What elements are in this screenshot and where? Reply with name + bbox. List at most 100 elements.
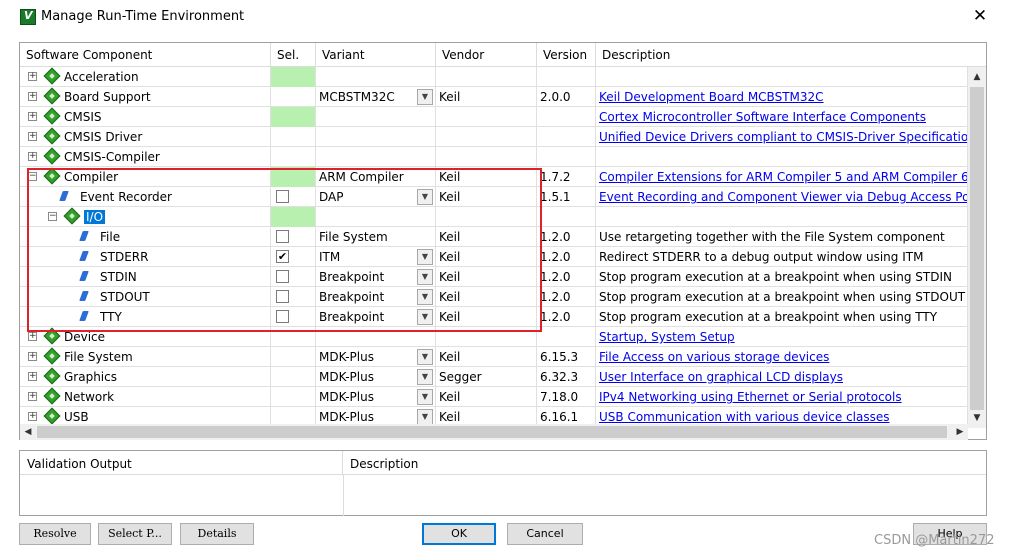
expand-icon[interactable]: +: [28, 332, 37, 341]
variant-cell[interactable]: [316, 107, 436, 127]
table-row[interactable]: STDERR ✔ ITM ▼ Keil 1.2.0 Redirect STDERR to a…: [20, 247, 968, 267]
sel-cell[interactable]: [271, 187, 316, 207]
description-cell[interactable]: Compiler Extensions for ARM Compiler 5 a…: [596, 167, 968, 187]
sel-cell[interactable]: [271, 367, 316, 387]
chevron-down-icon[interactable]: ▼: [417, 389, 433, 405]
variant-cell[interactable]: ARM Compiler: [316, 167, 436, 187]
description-link[interactable]: Startup, System Setup: [599, 330, 735, 344]
description-cell[interactable]: Cortex Microcontroller Software Interfac…: [596, 107, 968, 127]
description-link[interactable]: Compiler Extensions for ARM Compiler 5 a…: [599, 170, 967, 184]
column-header-version[interactable]: Version: [537, 43, 596, 67]
component-cell[interactable]: STDIN: [20, 267, 271, 287]
sel-cell[interactable]: [271, 347, 316, 367]
component-cell[interactable]: + Acceleration: [20, 67, 271, 87]
table-row[interactable]: TTY Breakpoint ▼ Keil 1.2.0 Stop program exec…: [20, 307, 968, 327]
horizontal-scrollbar[interactable]: ◀ ▶: [20, 424, 968, 440]
select-checkbox[interactable]: [276, 230, 289, 243]
variant-cell[interactable]: MDK-Plus ▼: [316, 347, 436, 367]
table-row[interactable]: File File System Keil 1.2.0 Use retargeting …: [20, 227, 968, 247]
component-cell[interactable]: + File System: [20, 347, 271, 367]
sel-cell[interactable]: [271, 87, 316, 107]
scroll-down-arrow-icon[interactable]: ▼: [969, 410, 985, 426]
table-row[interactable]: + Graphics MDK-Plus ▼ Segger 6.32.3 User Inter…: [20, 367, 968, 387]
chevron-down-icon[interactable]: ▼: [417, 349, 433, 365]
column-header-description[interactable]: Description: [596, 43, 986, 67]
description-cell[interactable]: User Interface on graphical LCD displays: [596, 367, 968, 387]
table-row[interactable]: STDOUT Breakpoint ▼ Keil 1.2.0 Stop program e…: [20, 287, 968, 307]
expand-icon[interactable]: +: [28, 112, 37, 121]
select-checkbox[interactable]: [276, 310, 289, 323]
table-row[interactable]: + File System MDK-Plus ▼ Keil 6.15.3 File Acce…: [20, 347, 968, 367]
variant-cell[interactable]: [316, 67, 436, 87]
select-checkbox[interactable]: [276, 190, 289, 203]
sel-cell[interactable]: [271, 227, 316, 247]
table-row[interactable]: + Acceleration: [20, 67, 968, 87]
collapse-icon[interactable]: −: [48, 212, 57, 221]
variant-cell[interactable]: MDK-Plus ▼: [316, 387, 436, 407]
table-row[interactable]: Event Recorder DAP ▼ Keil 1.5.1 Event Recordi…: [20, 187, 968, 207]
variant-cell[interactable]: Breakpoint ▼: [316, 287, 436, 307]
ok-button[interactable]: OK: [422, 523, 496, 545]
close-icon[interactable]: ✕: [968, 5, 992, 27]
component-cell[interactable]: + CMSIS Driver: [20, 127, 271, 147]
chevron-down-icon[interactable]: ▼: [417, 249, 433, 265]
scroll-right-arrow-icon[interactable]: ▶: [952, 424, 968, 440]
variant-cell[interactable]: MCBSTM32C ▼: [316, 87, 436, 107]
description-cell[interactable]: Keil Development Board MCBSTM32C: [596, 87, 968, 107]
component-cell[interactable]: + CMSIS-Compiler: [20, 147, 271, 167]
expand-icon[interactable]: +: [28, 152, 37, 161]
sel-cell[interactable]: ✔: [271, 247, 316, 267]
description-cell[interactable]: IPv4 Networking using Ethernet or Serial…: [596, 387, 968, 407]
expand-icon[interactable]: +: [28, 92, 37, 101]
component-cell[interactable]: + Device: [20, 327, 271, 347]
scroll-up-arrow-icon[interactable]: ▲: [969, 69, 985, 85]
sel-cell[interactable]: [271, 287, 316, 307]
validation-output-header[interactable]: Validation Output: [20, 451, 343, 475]
expand-icon[interactable]: +: [28, 352, 37, 361]
validation-description-header[interactable]: Description: [343, 451, 986, 475]
variant-cell[interactable]: ITM ▼: [316, 247, 436, 267]
column-header-variant[interactable]: Variant: [316, 43, 436, 67]
chevron-down-icon[interactable]: ▼: [417, 369, 433, 385]
expand-icon[interactable]: +: [28, 412, 37, 421]
component-cell[interactable]: + Board Support: [20, 87, 271, 107]
component-cell[interactable]: + Network: [20, 387, 271, 407]
description-cell[interactable]: Unified Device Drivers compliant to CMSI…: [596, 127, 968, 147]
table-row[interactable]: + CMSIS-Compiler: [20, 147, 968, 167]
chevron-down-icon[interactable]: ▼: [417, 309, 433, 325]
chevron-down-icon[interactable]: ▼: [417, 409, 433, 425]
expand-icon[interactable]: +: [28, 372, 37, 381]
horizontal-scroll-thumb[interactable]: [37, 426, 947, 438]
variant-cell[interactable]: File System: [316, 227, 436, 247]
table-row[interactable]: + CMSIS Driver Unified Device Drivers comp…: [20, 127, 968, 147]
component-cell[interactable]: − I/O: [20, 207, 271, 227]
description-cell[interactable]: Startup, System Setup: [596, 327, 968, 347]
component-cell[interactable]: − Compiler: [20, 167, 271, 187]
scroll-left-arrow-icon[interactable]: ◀: [20, 424, 36, 440]
select-checkbox[interactable]: ✔: [276, 250, 289, 263]
variant-cell[interactable]: DAP ▼: [316, 187, 436, 207]
component-cell[interactable]: STDOUT: [20, 287, 271, 307]
sel-cell[interactable]: [271, 67, 316, 87]
vertical-scroll-thumb[interactable]: [970, 87, 984, 417]
sel-cell[interactable]: [271, 107, 316, 127]
sel-cell[interactable]: [271, 327, 316, 347]
column-header-vendor[interactable]: Vendor: [436, 43, 537, 67]
variant-cell[interactable]: [316, 327, 436, 347]
sel-cell[interactable]: [271, 307, 316, 327]
sel-cell[interactable]: [271, 147, 316, 167]
column-header-software-component[interactable]: Software Component: [20, 43, 271, 67]
variant-cell[interactable]: Breakpoint ▼: [316, 267, 436, 287]
variant-cell[interactable]: MDK-Plus ▼: [316, 367, 436, 387]
collapse-icon[interactable]: −: [28, 172, 37, 181]
component-cell[interactable]: Event Recorder: [20, 187, 271, 207]
description-link[interactable]: File Access on various storage devices: [599, 350, 829, 364]
component-cell[interactable]: + CMSIS: [20, 107, 271, 127]
component-cell[interactable]: TTY: [20, 307, 271, 327]
component-cell[interactable]: + Graphics: [20, 367, 271, 387]
description-link[interactable]: USB Communication with various device cl…: [599, 410, 890, 424]
chevron-down-icon[interactable]: ▼: [417, 189, 433, 205]
chevron-down-icon[interactable]: ▼: [417, 269, 433, 285]
cancel-button[interactable]: Cancel: [507, 523, 583, 545]
sel-cell[interactable]: [271, 267, 316, 287]
